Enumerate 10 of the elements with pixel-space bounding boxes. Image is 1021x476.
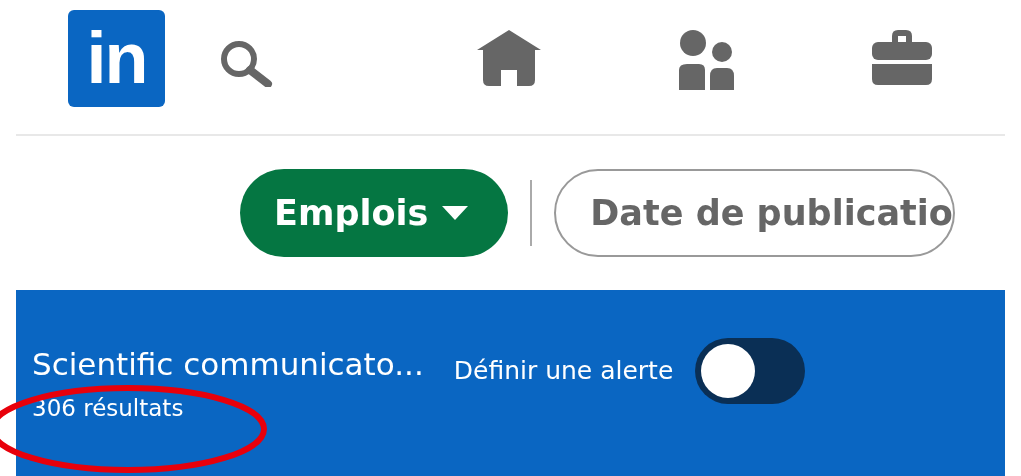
alert-label: Définir une alerte bbox=[453, 355, 674, 388]
briefcase-icon[interactable] bbox=[872, 30, 932, 86]
people-icon[interactable] bbox=[679, 30, 735, 90]
search-icon[interactable] bbox=[219, 39, 273, 87]
caret-icon bbox=[442, 206, 469, 220]
logo[interactable]: in bbox=[68, 10, 165, 107]
home-icon[interactable] bbox=[477, 30, 541, 86]
jobs-dropdown[interactable]: Emplois bbox=[240, 169, 509, 257]
filter-pill[interactable]: Date de publicatio bbox=[554, 169, 955, 257]
search-title: Scientific communicato... bbox=[32, 344, 424, 384]
